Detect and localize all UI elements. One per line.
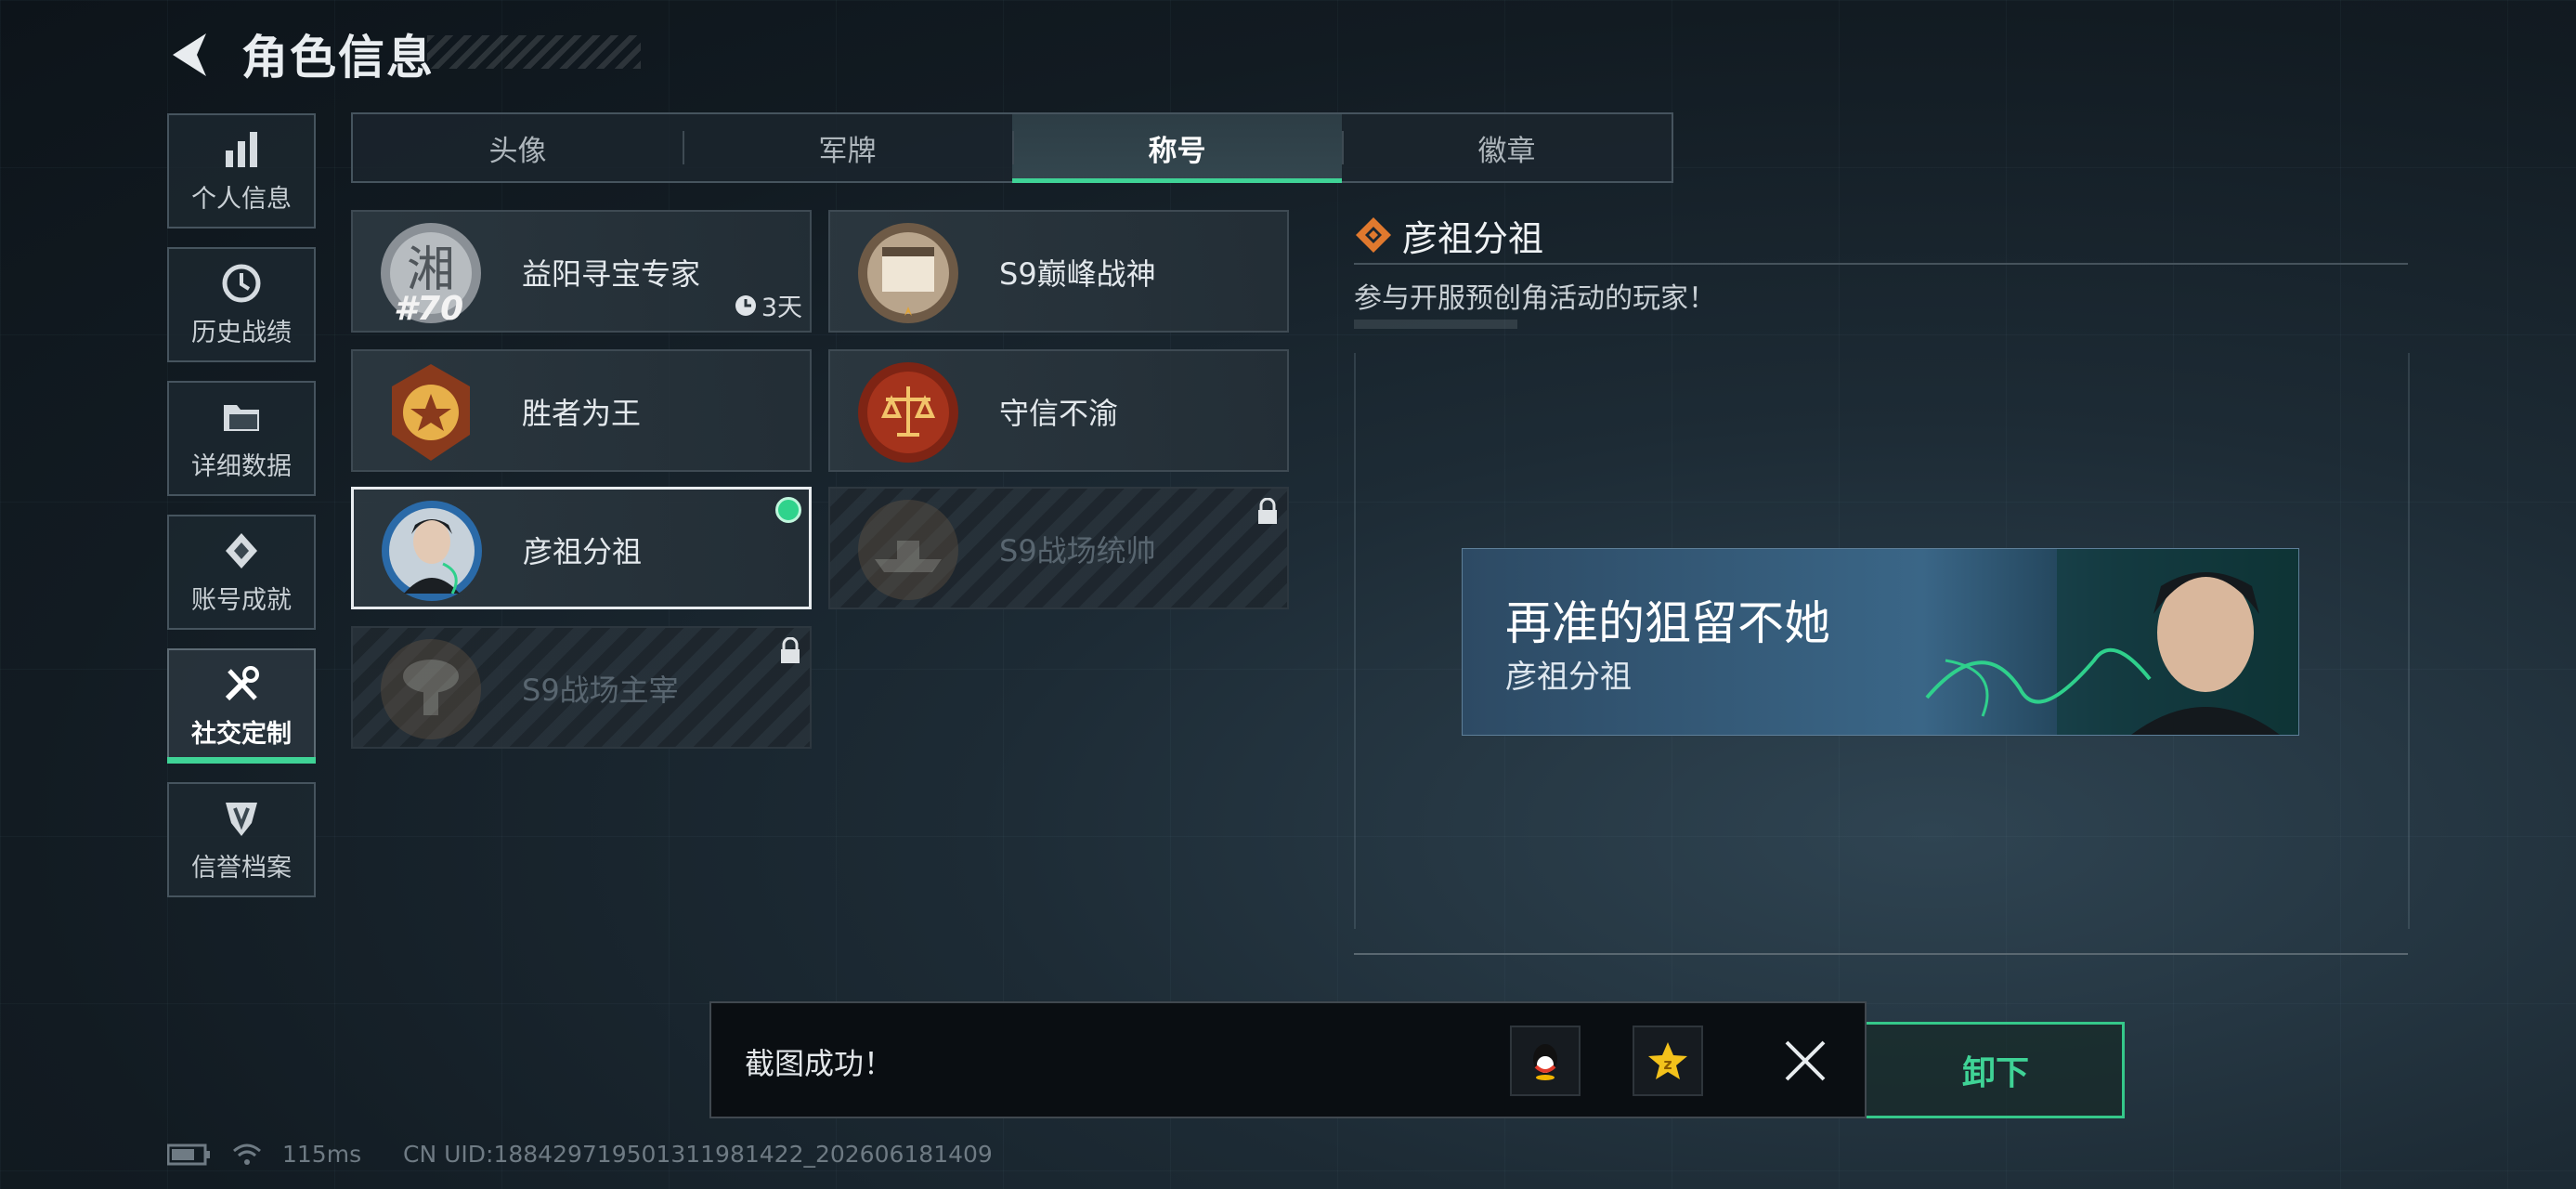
- title-card[interactable]: 湘 #70 益阳寻宝专家 3天: [351, 210, 812, 333]
- achievement-icon: [226, 532, 257, 568]
- equipped-indicator: [775, 497, 801, 523]
- scales-emblem-icon: [858, 362, 958, 463]
- mushroom-cloud-emblem-icon: [381, 639, 481, 739]
- tools-icon: [225, 665, 259, 700]
- title-card-selected[interactable]: 彦祖分祖: [351, 487, 812, 609]
- title-decoration: [427, 35, 641, 69]
- preview-frame-right: [2399, 353, 2410, 929]
- lock-icon: [1258, 498, 1277, 524]
- battery-icon: [167, 1143, 210, 1165]
- title-name: 胜者为王: [522, 396, 642, 431]
- qzone-star-icon: z: [1648, 1042, 1687, 1079]
- clock-icon: [735, 294, 756, 316]
- preview-frame-left: [1354, 353, 1365, 929]
- divider: [1354, 263, 2408, 265]
- title-name: S9战场主宰: [522, 673, 679, 708]
- svg-text:z: z: [1663, 1055, 1672, 1073]
- fortress-emblem-icon: [858, 223, 958, 323]
- sidebar-item-detailed-data[interactable]: 详细数据: [167, 381, 316, 496]
- share-qq-button[interactable]: [1510, 1026, 1581, 1096]
- sidebar-item-personal-info[interactable]: 个人信息: [167, 113, 316, 229]
- title-diamond-icon: [1356, 217, 1391, 253]
- wifi-icon: [233, 1143, 261, 1165]
- title-name: 彦祖分祖: [523, 534, 643, 569]
- tab-avatar[interactable]: 头像: [353, 114, 683, 181]
- page-title: 角色信息: [241, 31, 435, 85]
- tab-bar: 头像 军牌 称号 徽章: [351, 112, 1673, 183]
- sidebar-item-label: 信誉档案: [191, 853, 292, 882]
- sidebar-item-label: 社交定制: [191, 719, 292, 749]
- folder-icon: [224, 404, 259, 431]
- lock-icon: [781, 637, 800, 663]
- banner-title: 再准的狙留不她: [1505, 596, 1830, 650]
- back-arrow-icon[interactable]: [165, 28, 214, 82]
- tab-title[interactable]: 称号: [1012, 114, 1342, 183]
- timer-text: 3天: [761, 294, 802, 322]
- banner-subtitle: 彦祖分祖: [1505, 659, 1632, 696]
- close-icon[interactable]: [1779, 1035, 1831, 1087]
- divider: [1354, 953, 2408, 955]
- sidebar-item-label: 个人信息: [191, 184, 292, 214]
- warship-emblem-icon: [858, 500, 958, 600]
- title-card[interactable]: S9巅峰战神: [828, 210, 1289, 333]
- uid-text: CN UID:18842971950131198142​2_2026061814…: [403, 1141, 993, 1168]
- sidebar-item-label: 账号成就: [191, 585, 292, 615]
- share-qzone-button[interactable]: z: [1633, 1026, 1703, 1096]
- title-card-locked[interactable]: S9战场统帅: [828, 487, 1289, 609]
- title-card[interactable]: 守信不渝: [828, 349, 1289, 472]
- tab-dogtag[interactable]: 军牌: [683, 114, 1012, 181]
- sidebar-item-label: 详细数据: [191, 451, 292, 481]
- title-name: 益阳寻宝专家: [522, 256, 701, 292]
- badge-number: #70: [394, 290, 464, 328]
- blurred-subtext: [1354, 320, 1517, 329]
- portrait-emblem-icon: [382, 501, 482, 601]
- bar-chart-icon: [226, 131, 257, 167]
- sidebar-item-history[interactable]: 历史战绩: [167, 247, 316, 362]
- medal-emblem-icon: [392, 364, 470, 461]
- status-bar: 115ms: [167, 1141, 361, 1168]
- title-card-locked[interactable]: S9战场主宰: [351, 626, 812, 749]
- title-card[interactable]: 胜者为王: [351, 349, 812, 472]
- sidebar-item-credit[interactable]: 信誉档案: [167, 782, 316, 897]
- title-banner-preview: 再准的狙留不她 彦祖分祖: [1462, 548, 2299, 736]
- detail-description: 参与开服预创角活动的玩家！: [1354, 282, 1716, 315]
- screenshot-toast: 截图成功！ z: [709, 1001, 1867, 1118]
- sidebar-item-achievements[interactable]: 账号成就: [167, 515, 316, 630]
- clock-icon: [222, 264, 261, 302]
- tab-badge[interactable]: 徽章: [1342, 114, 1672, 181]
- title-name: S9巅峰战神: [999, 256, 1156, 292]
- expiry-timer: 3天: [734, 287, 802, 323]
- detail-title: 彦祖分祖: [1402, 218, 1544, 259]
- credit-icon: [226, 802, 257, 836]
- toast-message: 截图成功！: [745, 1046, 894, 1081]
- title-name: 守信不渝: [999, 396, 1119, 431]
- title-name: S9战场统帅: [999, 533, 1156, 568]
- qq-icon: [1533, 1044, 1557, 1080]
- latency-text: 115ms: [282, 1141, 362, 1168]
- sidebar-item-social-custom[interactable]: 社交定制: [167, 648, 316, 764]
- sidebar-item-label: 历史战绩: [191, 318, 292, 347]
